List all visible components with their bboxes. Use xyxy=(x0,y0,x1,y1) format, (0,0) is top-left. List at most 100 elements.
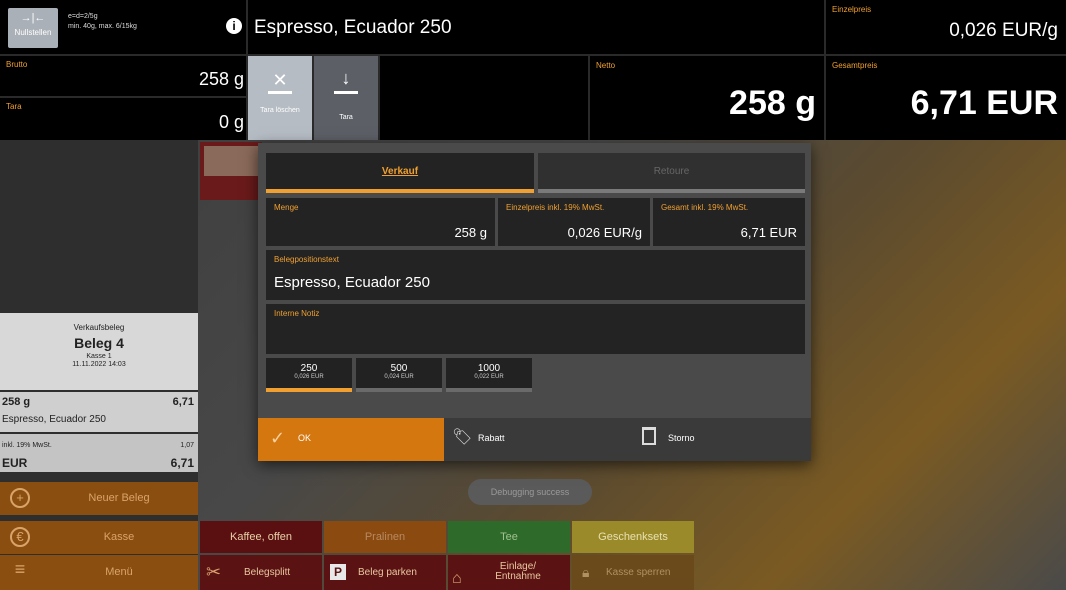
currency: EUR xyxy=(2,456,28,470)
quick-qty-250-label: 250 xyxy=(300,363,318,374)
trash-icon xyxy=(642,427,656,445)
gesamtpreis-value: 6,71 EUR xyxy=(910,84,1058,122)
brutto-cell: Brutto 258 g xyxy=(0,56,246,96)
lock-icon: 🔒︎ xyxy=(582,564,590,580)
receipt-header: Verkaufsbeleg Beleg 4 Kasse 1 11.11.2022… xyxy=(0,313,198,390)
kasse-label: Kasse xyxy=(103,531,135,543)
ok-button[interactable]: ✓ OK xyxy=(258,418,444,461)
einlage-label: Einlage/ Entnahme xyxy=(495,561,541,582)
storno-button[interactable]: Storno xyxy=(628,418,811,461)
brutto-label: Brutto xyxy=(6,60,28,69)
check-icon: ✓ xyxy=(270,428,286,448)
belegpositionstext-field[interactable]: Belegpositionstext Espresso, Ecuador 250 xyxy=(266,250,805,300)
scale-info-text: e=d=2/5g min. 40g, max. 6/15kg xyxy=(68,12,137,32)
item-qty: 258 g xyxy=(2,396,31,408)
nullstellen-button[interactable]: →|← Nullstellen xyxy=(8,8,58,48)
menge-label: Menge xyxy=(274,203,299,212)
info-icon[interactable]: i xyxy=(226,18,242,34)
plus-circle-icon: + xyxy=(10,488,30,508)
quick-qty-500[interactable]: 500 0,024 EUR xyxy=(356,358,442,392)
tag-icon: 🏷︎ xyxy=(452,429,473,446)
tara-button[interactable]: ↓ Tara xyxy=(314,56,378,140)
cash-register-icon: ⌂ xyxy=(452,570,462,587)
netto-cell: Netto 258 g xyxy=(590,56,824,140)
product-name: Espresso, Ecuador 250 xyxy=(254,17,452,38)
ok-label: OK xyxy=(298,433,312,443)
belegpositionstext-value: Espresso, Ecuador 250 xyxy=(274,274,430,291)
tara-loeschen-button[interactable]: ✕ Tara löschen xyxy=(248,56,312,140)
currency-circle-icon: € xyxy=(10,527,30,547)
tara-loeschen-label: Tara löschen xyxy=(260,107,300,114)
rabatt-button[interactable]: 🏷︎ Rabatt xyxy=(444,418,628,461)
tab-retoure-label: Retoure xyxy=(653,166,690,177)
item-price: 6,71 xyxy=(172,396,194,408)
netto-value: 258 g xyxy=(729,84,816,122)
receipt-datetime: 11.11.2022 14:03 xyxy=(72,361,126,368)
nullstellen-label: Nullstellen xyxy=(14,28,52,37)
tab-verkauf-label: Verkauf xyxy=(381,166,419,177)
category-pralinen[interactable]: Pralinen xyxy=(324,521,446,553)
interne-notiz-field[interactable]: Interne Notiz xyxy=(266,304,805,354)
netto-label: Netto xyxy=(596,61,616,70)
einzelpreis-field-value: 0,026 EUR/g xyxy=(567,225,642,240)
category-kaffee[interactable]: Kaffee, offen xyxy=(200,521,322,553)
quick-qty-500-price: 0,024 EUR xyxy=(384,374,414,380)
brutto-value: 258 g xyxy=(198,69,244,89)
kasse-sperren-label: Kasse sperren xyxy=(606,567,671,578)
scale-info-line2: min. 40g, max. 6/15kg xyxy=(68,23,137,30)
empty-cell xyxy=(380,56,588,140)
belegsplit-button[interactable]: ✂ Belegsplitt xyxy=(200,555,322,590)
einzelpreis-cell: Einzelpreis 0,026 EUR/g xyxy=(826,0,1066,54)
tax-value: 1,07 xyxy=(180,442,194,449)
zero-icon: →|← xyxy=(20,12,46,24)
menu-button[interactable]: ≡ Menü xyxy=(0,555,198,590)
einzelpreis-field[interactable]: Einzelpreis inkl. 19% MwSt. 0,026 EUR/g xyxy=(498,198,650,246)
tara-label: Tara xyxy=(6,102,22,111)
receipt-totals: inkl. 19% MwSt. 1,07 EUR 6,71 xyxy=(0,434,198,472)
tab-retoure[interactable]: Retoure xyxy=(538,153,805,193)
gesamtpreis-cell: Gesamtpreis 6,71 EUR xyxy=(826,56,1066,140)
neuer-beleg-label: Neuer Beleg xyxy=(88,492,150,504)
item-name: Espresso, Ecuador 250 xyxy=(2,414,106,425)
quick-qty-1000[interactable]: 1000 0,022 EUR xyxy=(446,358,532,392)
tara-cell: Tara 0 g xyxy=(0,98,246,140)
product-name-cell: Espresso, Ecuador 250 xyxy=(248,0,824,54)
gesamt-field[interactable]: Gesamt inkl. 19% MwSt. 6,71 EUR xyxy=(653,198,805,246)
gesamtpreis-label: Gesamtpreis xyxy=(832,61,878,70)
einzelpreis-value: 0,026 EUR/g xyxy=(949,20,1058,41)
kasse-sperren-button[interactable]: 🔒︎ Kasse sperren xyxy=(572,555,694,590)
tab-verkauf[interactable]: Verkauf xyxy=(266,153,534,193)
tara-value: 0 g xyxy=(218,112,244,132)
product-tile-image xyxy=(204,146,258,176)
debug-toast: Debugging success xyxy=(468,479,592,505)
quick-qty-250[interactable]: 250 0,026 EUR xyxy=(266,358,352,392)
kasse-button[interactable]: € Kasse xyxy=(0,521,198,554)
beleg-parken-label: Beleg parken xyxy=(358,567,417,578)
tax-label: inkl. 19% MwSt. xyxy=(2,442,52,449)
neuer-beleg-button[interactable]: + Neuer Beleg xyxy=(0,482,198,515)
position-edit-dialog: Verkauf Retoure Menge 258 g Einzelpreis … xyxy=(258,143,811,461)
hamburger-icon: ≡ xyxy=(14,559,26,579)
scale-info-line1: e=d=2/5g xyxy=(68,13,98,20)
category-geschenksets[interactable]: Geschenksets xyxy=(572,521,694,553)
storno-label: Storno xyxy=(668,433,695,443)
quick-qty-1000-price: 0,022 EUR xyxy=(474,374,504,380)
einzelpreis-field-label: Einzelpreis inkl. 19% MwSt. xyxy=(506,203,605,212)
quick-qty-1000-label: 1000 xyxy=(477,363,501,374)
einlage-entnahme-button[interactable]: ⌂ Einlage/ Entnahme xyxy=(448,555,570,590)
interne-notiz-label: Interne Notiz xyxy=(274,309,320,318)
beleg-parken-button[interactable]: P Beleg parken xyxy=(324,555,446,590)
menge-field[interactable]: Menge 258 g xyxy=(266,198,495,246)
tara-arrow-icon: ↓ xyxy=(334,68,358,94)
receipt-beleg: Beleg 4 xyxy=(74,335,124,351)
scissors-icon: ✂ xyxy=(206,562,222,582)
einzelpreis-label: Einzelpreis xyxy=(832,5,872,14)
category-tee[interactable]: Tee xyxy=(448,521,570,553)
scale-info-cell: →|← Nullstellen e=d=2/5g min. 40g, max. … xyxy=(0,0,246,54)
receipt-title: Verkaufsbeleg xyxy=(73,323,125,332)
belegsplit-label: Belegsplitt xyxy=(244,567,291,578)
receipt-line-item[interactable]: 258 g 6,71 Espresso, Ecuador 250 xyxy=(0,392,198,432)
gesamt-field-value: 6,71 EUR xyxy=(740,225,797,240)
product-tile[interactable] xyxy=(200,142,262,200)
scale-header: →|← Nullstellen e=d=2/5g min. 40g, max. … xyxy=(0,0,1066,140)
